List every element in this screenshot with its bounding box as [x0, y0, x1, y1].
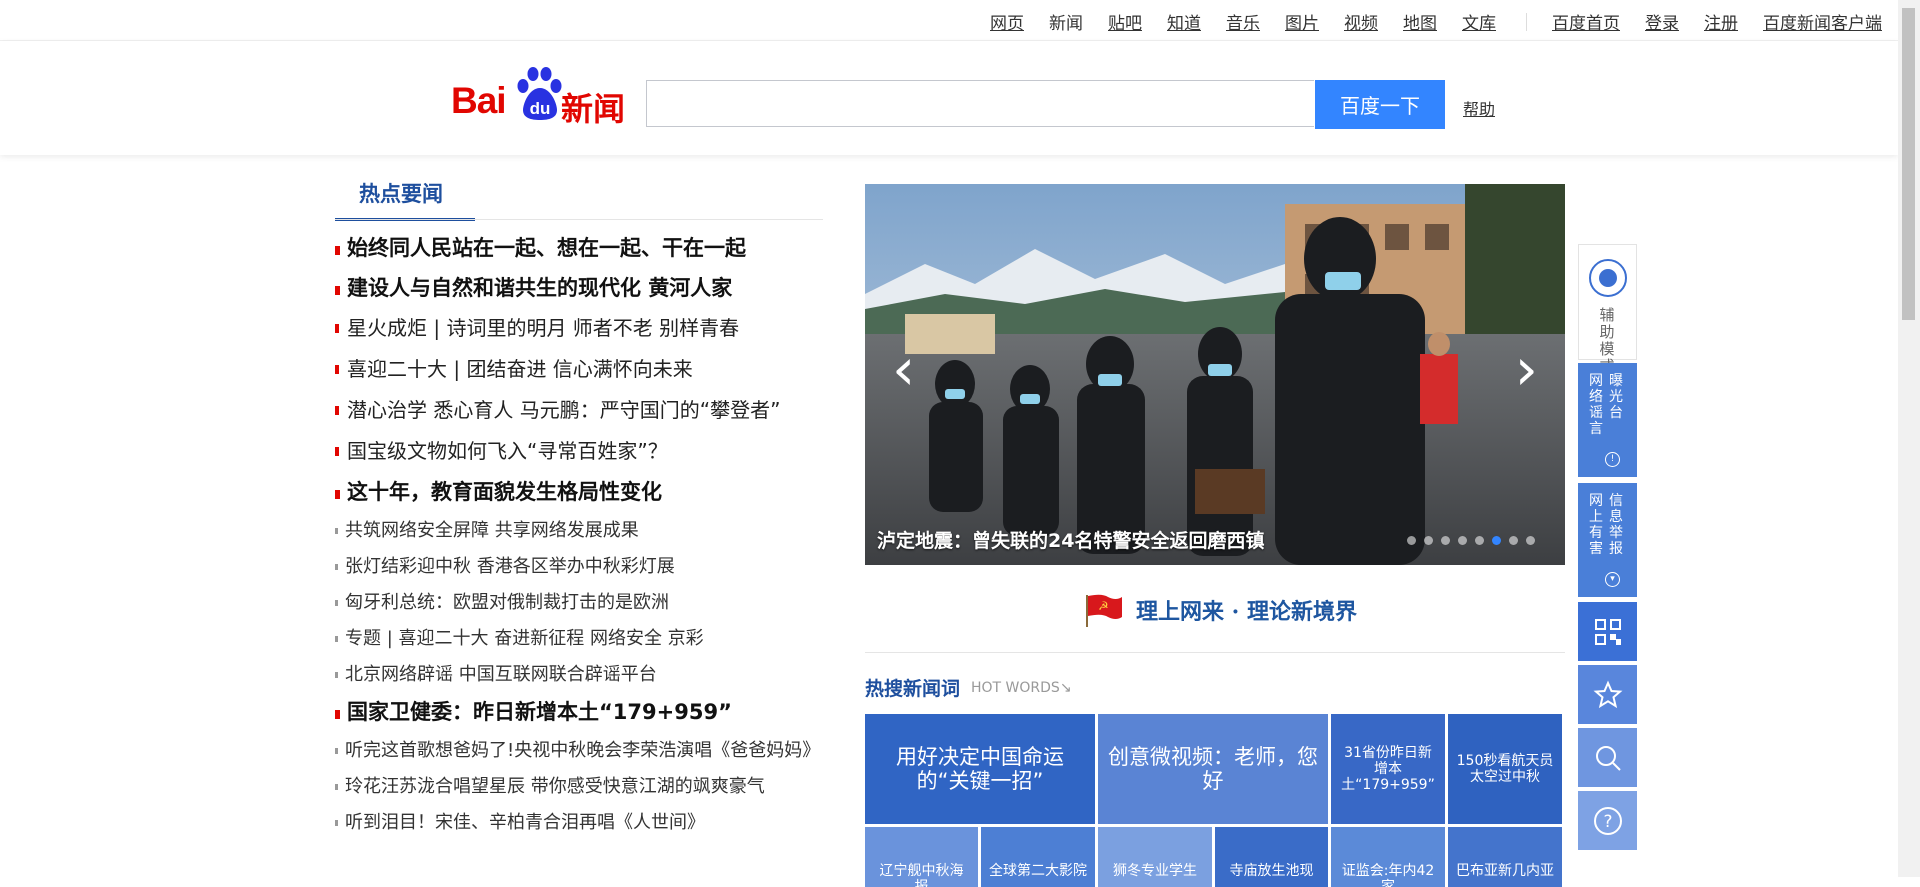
carousel-prev-button[interactable]: ‹ — [892, 340, 915, 398]
question-icon: ? — [1593, 806, 1622, 835]
nav-link-map[interactable]: 地图 — [1403, 9, 1437, 34]
nav-link-news[interactable]: 新闻 — [1049, 9, 1083, 34]
carousel-dot[interactable] — [1526, 536, 1535, 545]
svg-text:☭: ☭ — [1098, 599, 1109, 613]
carousel-dot[interactable] — [1492, 536, 1501, 545]
news-sub-item[interactable]: 听到泪目！宋佳、辛柏青合泪再唱《人世间》 — [335, 808, 835, 844]
baidu-news-logo[interactable]: Bai du 新闻 — [451, 64, 626, 128]
news-headline[interactable]: 国家卫健委：昨日新增本土“179+959” — [335, 696, 835, 736]
top-navigation-bar: 网页 新闻 贴吧 知道 音乐 图片 视频 地图 文库 百度首页 登录 注册 百度… — [0, 0, 1898, 41]
carousel-dot[interactable] — [1424, 536, 1433, 545]
news-sub-item[interactable]: 张灯结彩迎中秋 香港各区举办中秋彩灯展 — [335, 552, 835, 588]
logo-bai-text: Bai — [451, 80, 507, 121]
report-button[interactable]: 网上有害 信息举报 ▾ — [1578, 483, 1637, 597]
nav-link-news-app[interactable]: 百度新闻客户端 — [1763, 9, 1882, 34]
nav-link-video[interactable]: 视频 — [1344, 9, 1378, 34]
section-divider — [335, 219, 823, 220]
news-sub-item[interactable]: 共筑网络安全屏障 共享网络发展成果 — [335, 516, 835, 552]
nav-link-register[interactable]: 注册 — [1704, 9, 1738, 34]
help-link[interactable]: 帮助 — [1463, 96, 1495, 120]
carousel-photo[interactable] — [865, 184, 1565, 565]
nav-link-music[interactable]: 音乐 — [1226, 9, 1260, 34]
nav-link-wenku[interactable]: 文库 — [1462, 9, 1496, 34]
news-sub-item[interactable]: 专题 | 喜迎二十大 奋进新征程 网络安全 京彩 — [335, 624, 835, 660]
qr-code-icon — [1594, 618, 1621, 645]
news-carousel[interactable]: 泸定地震：曾失联的24名特警安全返回磨西镇 ‹ › — [865, 184, 1565, 565]
hotword-tile[interactable]: 150秒看航天员太空过中秋 — [1448, 714, 1562, 824]
nav-link-zhidao[interactable]: 知道 — [1167, 9, 1201, 34]
hotword-tile-small[interactable]: 狮冬专业学生 — [1098, 827, 1212, 887]
hotword-tile[interactable]: 用好决定中国命运的“关键一招” — [865, 714, 1095, 824]
section-divider — [865, 652, 1565, 653]
hotword-tile-small[interactable]: 全球第二大影院 — [981, 827, 1095, 887]
alert-icon: ! — [1605, 452, 1620, 467]
accessibility-icon — [1589, 259, 1627, 297]
report-label: 网上有害 信息举报 — [1589, 493, 1623, 557]
hotword-tile-small[interactable]: 巴布亚新几内亚 — [1448, 827, 1562, 887]
nav-separator — [1526, 12, 1527, 31]
news-item[interactable]: 喜迎二十大 | 团结奋进 信心满怀向未来 — [335, 353, 835, 394]
news-sub-item[interactable]: 玲花汪苏泷合唱望星辰 带你感受快意江湖的飒爽豪气 — [335, 772, 835, 808]
news-item[interactable]: 国宝级文物如何飞入“寻常百姓家”？ — [335, 435, 835, 476]
theory-banner[interactable]: ☭ 理上网来 · 理论新境界 — [1084, 591, 1357, 629]
logo-news-text: 新闻 — [561, 90, 626, 128]
help-float-button[interactable]: ? — [1578, 791, 1637, 850]
carousel-dot[interactable] — [1475, 536, 1484, 545]
news-sub-item[interactable]: 北京网络辟谣 中国互联网联合辟谣平台 — [335, 660, 835, 696]
carousel-dot[interactable] — [1407, 536, 1416, 545]
nav-link-login[interactable]: 登录 — [1645, 9, 1679, 34]
arrow-down-right-icon: ↘ — [1059, 680, 1072, 696]
rumor-exposure-button[interactable]: 网络谣言 曝光台 ! — [1578, 363, 1637, 477]
news-sub-item[interactable]: 听完这首歌想爸妈了!央视中秋晚会李荣浩演唱《爸爸妈妈》 — [335, 736, 835, 772]
news-item[interactable]: 星火成炬 | 诗词里的明月 师者不老 别样青春 — [335, 312, 835, 353]
tab-hot-news[interactable]: 热点要闻 — [335, 176, 475, 221]
party-flag-icon: ☭ — [1086, 594, 1122, 627]
news-headline[interactable]: 建设人与自然和谐共生的现代化 黄河人家 — [335, 272, 835, 312]
page-scrollbar[interactable] — [1898, 0, 1920, 877]
qr-code-button[interactable] — [1578, 602, 1637, 661]
banner-text: 理上网来 · 理论新境界 — [1136, 599, 1357, 625]
search-input[interactable] — [646, 80, 1314, 127]
rumor-label: 网络谣言 曝光台 — [1589, 373, 1623, 437]
scrollbar-thumb[interactable] — [1902, 8, 1915, 320]
nav-link-tieba[interactable]: 贴吧 — [1108, 9, 1142, 34]
nav-link-baidu-home[interactable]: 百度首页 — [1552, 9, 1620, 34]
hotwords-title: 热搜新闻词 — [865, 678, 961, 700]
hotword-tile-small[interactable]: 寺庙放生池现 — [1215, 827, 1328, 887]
carousel-dot[interactable] — [1458, 536, 1467, 545]
news-item[interactable]: 潜心治学 悉心育人 马元鹏：严守国门的“攀登者” — [335, 394, 835, 435]
expand-icon: ▾ — [1605, 572, 1620, 587]
accessibility-mode-button[interactable]: 辅助模式 — [1578, 244, 1637, 375]
carousel-dot[interactable] — [1441, 536, 1450, 545]
nav-link-web[interactable]: 网页 — [990, 9, 1024, 34]
nav-link-images[interactable]: 图片 — [1285, 9, 1319, 34]
hotwords-subtitle: HOT WORDS↘ — [971, 680, 1072, 696]
logo-du-text: du — [530, 99, 551, 118]
paw-logo-icon: du — [517, 67, 562, 120]
news-headline[interactable]: 这十年，教育面貌发生格局性变化 — [335, 476, 835, 516]
hot-news-list: 始终同人民站在一起、想在一起、干在一起 建设人与自然和谐共生的现代化 黄河人家 … — [335, 232, 835, 844]
carousel-next-button[interactable]: › — [1515, 340, 1538, 398]
hotword-tile[interactable]: 创意微视频：老师，您好 — [1098, 714, 1328, 824]
svg-text:?: ? — [1603, 812, 1612, 832]
hotword-tile[interactable]: 31省份昨日新增本土“179+959” — [1331, 714, 1445, 824]
carousel-dot[interactable] — [1509, 536, 1518, 545]
hot-news-tab-label: 热点要闻 — [359, 182, 443, 206]
carousel-pagination — [1399, 536, 1535, 545]
search-icon — [1595, 745, 1621, 771]
search-header: Bai du 新闻 百度一下 帮助 — [0, 41, 1898, 155]
star-icon — [1593, 680, 1622, 708]
favorite-button[interactable] — [1578, 665, 1637, 724]
hotword-tile-small[interactable]: 证监会:年内42家 — [1331, 827, 1445, 887]
search-button[interactable]: 百度一下 — [1315, 80, 1445, 129]
search-float-button[interactable] — [1578, 728, 1637, 787]
news-sub-item[interactable]: 匈牙利总统：欧盟对俄制裁打击的是欧洲 — [335, 588, 835, 624]
hotword-tile-small[interactable]: 辽宁舰中秋海报 — [865, 827, 978, 887]
carousel-caption[interactable]: 泸定地震：曾失联的24名特警安全返回磨西镇 — [877, 526, 1264, 553]
top-nav: 网页 新闻 贴吧 知道 音乐 图片 视频 地图 文库 百度首页 登录 注册 百度… — [965, 9, 1882, 34]
news-headline[interactable]: 始终同人民站在一起、想在一起、干在一起 — [335, 232, 835, 272]
